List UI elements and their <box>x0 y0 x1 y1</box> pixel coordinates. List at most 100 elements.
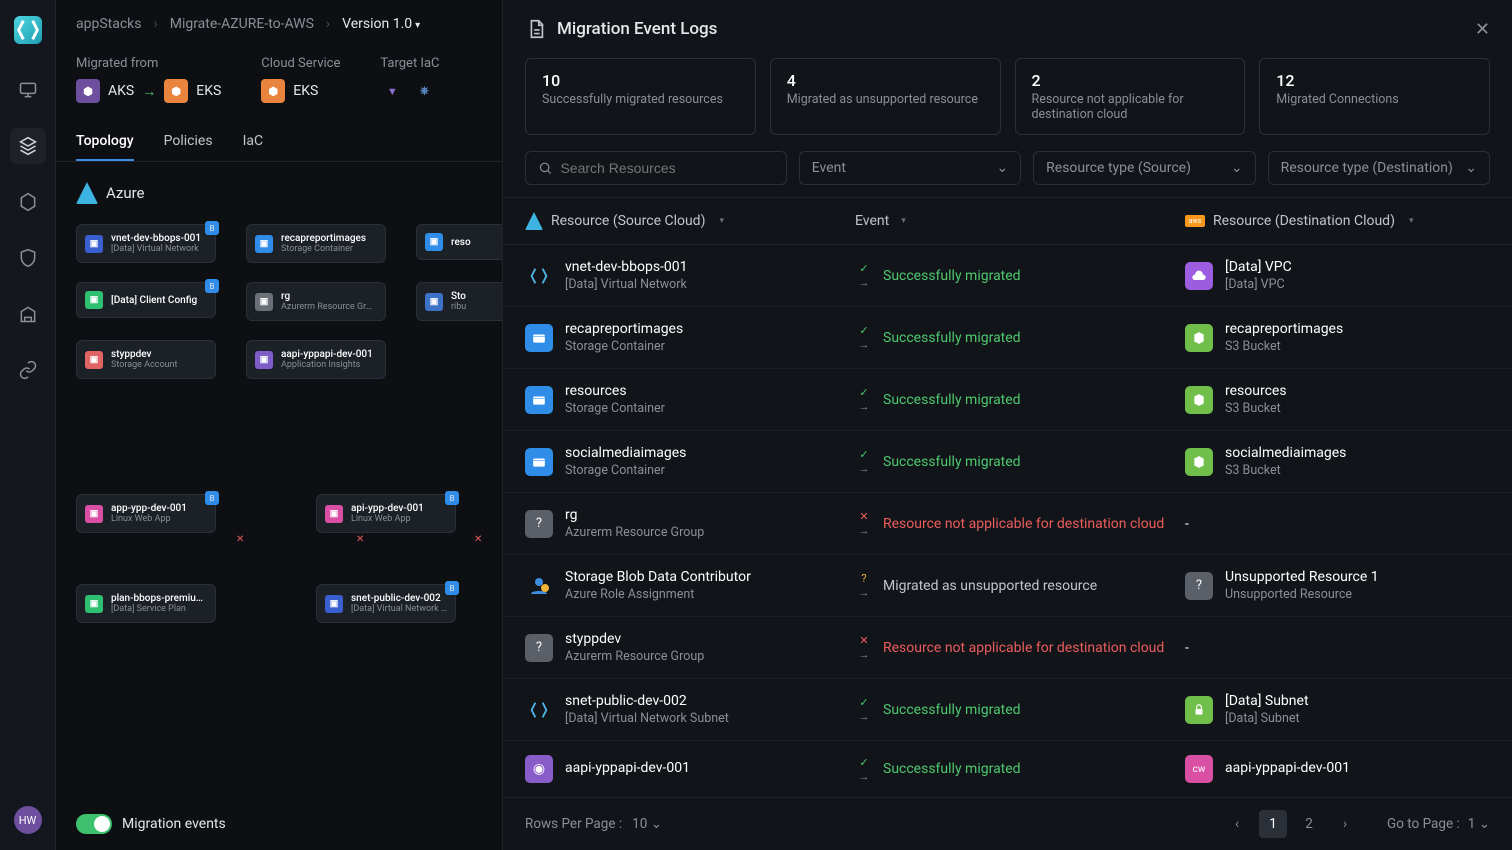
stat-value: 2 <box>1032 71 1229 90</box>
tab-policies[interactable]: Policies <box>164 123 213 161</box>
close-icon[interactable]: ✕ <box>1475 19 1490 40</box>
topology-node[interactable]: ▣ api-ypp-dev-001 Linux Web App B <box>316 494 456 533</box>
toggle-switch-icon[interactable] <box>76 814 112 834</box>
sort-icon[interactable]: ▾ <box>719 216 724 226</box>
tab-iac[interactable]: IaC <box>243 123 264 161</box>
table-row[interactable]: socialmediaimages Storage Container ✓→ S… <box>503 431 1512 493</box>
col-dest[interactable]: Resource (Destination Cloud) <box>1213 213 1395 229</box>
table-row[interactable]: snet-public-dev-002 [Data] Virtual Netwo… <box>503 679 1512 741</box>
tab-topology[interactable]: Topology <box>76 123 134 161</box>
provider-label: Azure <box>106 184 144 202</box>
rows-per-page-select[interactable]: 10 ⌄ <box>632 816 662 832</box>
node-name: recapreportimages <box>281 233 366 244</box>
dest-resource-icon <box>1185 696 1213 724</box>
breadcrumb-project[interactable]: Migrate-AZURE-to-AWS <box>170 16 314 32</box>
node-subtitle: [Data] Virtual Network <box>111 244 201 254</box>
col-event[interactable]: Event <box>855 213 889 229</box>
stat-card[interactable]: 12 Migrated Connections <box>1259 58 1490 135</box>
goto-page-select[interactable]: 1 ⌄ <box>1468 816 1490 832</box>
table-row[interactable]: resources Storage Container ✓→ Successfu… <box>503 369 1512 431</box>
node-name: aapi-yppapi-dev-001 <box>281 349 373 360</box>
page-next-button[interactable]: › <box>1331 810 1359 838</box>
stat-card[interactable]: 4 Migrated as unsupported resource <box>770 58 1001 135</box>
resource-icon: ▣ <box>255 351 273 369</box>
resource-icon: ▣ <box>85 351 103 369</box>
stat-label: Migrated as unsupported resource <box>787 92 984 107</box>
dest-resource-icon <box>1185 324 1213 352</box>
event-status-icon: ?→ <box>855 572 873 599</box>
dest-resource-icon <box>1185 448 1213 476</box>
stat-card[interactable]: 10 Successfully migrated resources <box>525 58 756 135</box>
rows-per-page-label: Rows Per Page : <box>525 816 622 832</box>
stat-card[interactable]: 2 Resource not applicable for destinatio… <box>1015 58 1246 135</box>
filter-source-type[interactable]: Resource type (Source)⌄ <box>1033 151 1255 185</box>
node-subtitle: Application Insights <box>281 360 373 370</box>
dest-resource-icon: ? <box>1185 572 1213 600</box>
table-row[interactable]: recapreportimages Storage Container ✓→ S… <box>503 307 1512 369</box>
dest-type: S3 Bucket <box>1225 463 1346 478</box>
table-row[interactable]: ◉ aapi-yppapi-dev-001 ✓→ Successfully mi… <box>503 741 1512 797</box>
resource-icon: ▣ <box>85 505 103 523</box>
dest-name: [Data] Subnet <box>1225 693 1309 709</box>
event-logs-panel: Migration Event Logs ✕ 10 Successfully m… <box>502 0 1512 850</box>
dest-type: Unsupported Resource <box>1225 587 1379 602</box>
resource-icon: ▣ <box>85 235 103 253</box>
table-row[interactable]: ? styppdev Azurerm Resource Group ✕→ Res… <box>503 617 1512 679</box>
topology-node[interactable]: ▣ snet-public-dev-002 [Data] Virtual Net… <box>316 584 456 623</box>
nav-building-icon[interactable] <box>10 296 46 332</box>
resource-icon: ▣ <box>425 293 443 311</box>
source-type: [Data] Virtual Network Subnet <box>565 711 729 726</box>
page-prev-button[interactable]: ‹ <box>1223 810 1251 838</box>
dest-name: [Data] VPC <box>1225 259 1292 275</box>
col-source[interactable]: Resource (Source Cloud) <box>551 213 705 229</box>
page-2-button[interactable]: 2 <box>1295 810 1323 838</box>
goto-page-label: Go to Page : <box>1387 816 1460 832</box>
from-a: AKS <box>108 83 134 99</box>
source-name: recapreportimages <box>565 321 683 337</box>
event-status-icon: ✓→ <box>855 448 873 475</box>
migration-events-toggle[interactable]: Migration events <box>76 814 226 834</box>
sort-icon[interactable]: ▾ <box>1409 216 1414 226</box>
node-name: vnet-dev-bbops-001 <box>111 233 201 244</box>
chevron-down-icon: ⌄ <box>1479 816 1490 832</box>
sort-icon[interactable]: ▾ <box>901 216 906 226</box>
chevron-down-icon: ⌄ <box>1231 160 1243 176</box>
node-name: Sto <box>451 291 466 302</box>
avatar[interactable]: HW <box>14 806 42 834</box>
source-name: resources <box>565 383 665 399</box>
event-text: Resource not applicable for destination … <box>883 516 1164 532</box>
topology-node[interactable]: ▣ vnet-dev-bbops-001 [Data] Virtual Netw… <box>76 224 216 263</box>
table-row[interactable]: ? rg Azurerm Resource Group ✕→ Resource … <box>503 493 1512 555</box>
source-type: Azurerm Resource Group <box>565 525 704 540</box>
eks-icon: ⬢ <box>164 79 188 103</box>
filter-event[interactable]: Event⌄ <box>799 151 1021 185</box>
topology-node[interactable]: ▣ aapi-yppapi-dev-001 Application Insigh… <box>246 340 386 379</box>
topology-node[interactable]: ▣ plan-bbops-premium-dev-002 [Data] Serv… <box>76 584 216 623</box>
breadcrumb-appstacks[interactable]: appStacks <box>76 16 142 32</box>
source-resource-icon <box>525 386 553 414</box>
table-row[interactable]: Storage Blob Data Contributor Azure Role… <box>503 555 1512 617</box>
topology-node[interactable]: ▣ [Data] Client Config B <box>76 282 216 318</box>
page-1-button[interactable]: 1 <box>1259 810 1287 838</box>
source-type: Azurerm Resource Group <box>565 649 704 664</box>
table-header: Resource (Source Cloud)▾ Event▾ awsResou… <box>503 197 1512 245</box>
nav-monitor-icon[interactable] <box>10 72 46 108</box>
topology-node[interactable]: ▣ rg Azurerm Resource Group <box>246 282 386 321</box>
filter-dest-type[interactable]: Resource type (Destination)⌄ <box>1268 151 1490 185</box>
arrow-right-icon: → <box>142 83 156 100</box>
node-badge-icon: B <box>205 221 219 235</box>
topology-node[interactable]: ▣ styppdev Storage Account <box>76 340 216 379</box>
topology-node[interactable]: ▣ app-ypp-dev-001 Linux Web App B <box>76 494 216 533</box>
nav-link-icon[interactable] <box>10 352 46 388</box>
search-input[interactable] <box>525 151 787 185</box>
nav-shield-icon[interactable] <box>10 240 46 276</box>
topology-node[interactable]: ▣ recapreportimages Storage Container <box>246 224 386 263</box>
nav-stacks-icon[interactable] <box>10 128 46 164</box>
resource-icon: ▣ <box>325 595 343 613</box>
table-row[interactable]: vnet-dev-bbops-001 [Data] Virtual Networ… <box>503 245 1512 307</box>
breadcrumb-version[interactable]: Version 1.0▾ <box>342 16 420 32</box>
source-type: Storage Container <box>565 401 665 416</box>
iac-label: Target IaC <box>380 56 439 71</box>
nav-hexagon-icon[interactable] <box>10 184 46 220</box>
node-name: api-ypp-dev-001 <box>351 503 424 514</box>
